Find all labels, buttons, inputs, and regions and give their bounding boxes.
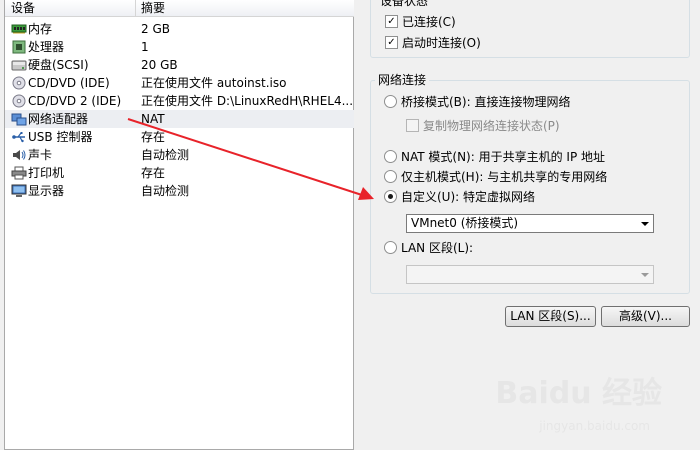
device-row-memory[interactable]: 内存 2 GB <box>5 20 354 38</box>
custom-network-radio[interactable]: 自定义(U): 特定虚拟网络 <box>384 190 535 206</box>
device-name: 显示器 <box>28 184 65 198</box>
device-row-processor[interactable]: 处理器 1 <box>5 38 354 56</box>
processor-icon <box>11 40 27 54</box>
harddisk-icon <box>11 58 27 72</box>
device-name: 内存 <box>28 22 53 36</box>
check-mark-icon: ✓ <box>385 36 398 49</box>
device-name: 硬盘(SCSI) <box>28 58 89 72</box>
device-summary: 存在 <box>141 166 166 180</box>
lan-segment-radio[interactable]: LAN 区段(L): <box>384 241 473 257</box>
advanced-button[interactable]: 高级(V)... <box>601 306 690 327</box>
device-summary: 20 GB <box>141 58 178 72</box>
group-title: 网络连接 <box>375 73 430 87</box>
bridged-mode-radio[interactable]: 桥接模式(B): 直接连接物理网络 <box>384 95 570 111</box>
device-name: CD/DVD 2 (IDE) <box>28 94 122 108</box>
radio-label: 仅主机模式(H): 与主机共享的专用网络 <box>401 170 608 184</box>
device-summary: 2 GB <box>141 22 170 36</box>
device-name: 声卡 <box>28 148 53 162</box>
checkbox-label: 启动时连接(O) <box>402 36 481 50</box>
radio-icon <box>384 241 397 254</box>
device-summary: 正在使用文件 D:\LinuxRedH\RHEL4.... <box>141 94 353 108</box>
device-status-group: 设备状态 ✓ 已连接(C) ✓ 启动时连接(O) <box>370 0 690 58</box>
dropdown-arrow-icon <box>641 222 649 226</box>
display-icon <box>11 184 27 198</box>
custom-network-select[interactable]: VMnet0 (桥接模式) <box>406 214 654 233</box>
lan-segment-select[interactable] <box>406 265 654 284</box>
baidu-watermark: Baidu 经验 <box>495 376 662 411</box>
device-row-harddisk[interactable]: 硬盘(SCSI) 20 GB <box>5 56 354 74</box>
device-row-printer[interactable]: 打印机 存在 <box>5 164 354 182</box>
baidu-watermark-url: jingyan.baidu.com <box>539 419 650 433</box>
radio-label: NAT 模式(N): 用于共享主机的 IP 地址 <box>401 150 606 164</box>
list-header: 设备 摘要 <box>5 0 354 17</box>
connected-checkbox[interactable]: ✓ 已连接(C) <box>385 15 456 31</box>
device-summary: 自动检测 <box>141 148 190 162</box>
device-summary: 正在使用文件 autoinst.iso <box>141 76 287 90</box>
device-summary: 1 <box>141 40 149 54</box>
device-row-sound-card[interactable]: 声卡 自动检测 <box>5 146 354 164</box>
device-summary: NAT <box>141 112 165 126</box>
radio-label: 自定义(U): 特定虚拟网络 <box>401 190 536 204</box>
nat-mode-radio[interactable]: NAT 模式(N): 用于共享主机的 IP 地址 <box>384 150 605 166</box>
radio-icon <box>384 150 397 163</box>
printer-icon <box>11 166 27 180</box>
connect-at-power-on-checkbox[interactable]: ✓ 启动时连接(O) <box>385 36 481 52</box>
replicate-state-checkbox[interactable]: 复制物理网络连接状态(P) <box>406 119 560 135</box>
select-value: VMnet0 (桥接模式) <box>411 216 519 230</box>
device-row-display[interactable]: 显示器 自动检测 <box>5 182 354 200</box>
checkbox-icon <box>406 119 419 132</box>
device-row-cd-dvd[interactable]: CD/DVD (IDE) 正在使用文件 autoinst.iso <box>5 74 354 92</box>
host-only-mode-radio[interactable]: 仅主机模式(H): 与主机共享的专用网络 <box>384 170 607 186</box>
device-summary: 自动检测 <box>141 184 190 198</box>
group-title: 设备状态 <box>377 0 432 8</box>
column-separator[interactable] <box>135 0 136 16</box>
radio-icon <box>384 95 397 108</box>
memory-icon <box>11 22 27 36</box>
checkbox-label: 已连接(C) <box>402 15 456 29</box>
device-list: 设备 摘要 内存 2 GB 处理器 1 硬盘(SCSI) 20 GB CD/DV… <box>4 0 354 450</box>
cd-dvd-icon <box>11 94 27 108</box>
check-mark-icon: ✓ <box>385 15 398 28</box>
device-summary: 存在 <box>141 130 166 144</box>
network-connection-group: 网络连接 桥接模式(B): 直接连接物理网络 复制物理网络连接状态(P) NAT… <box>370 73 690 294</box>
sound-card-icon <box>11 148 27 162</box>
device-name: CD/DVD (IDE) <box>28 76 110 90</box>
checkbox-label: 复制物理网络连接状态(P) <box>423 119 560 133</box>
device-row-network-adapter[interactable]: 网络适配器 NAT <box>5 110 354 128</box>
column-header-device[interactable]: 设备 <box>11 1 35 15</box>
radio-selected-icon <box>384 190 397 203</box>
device-name: 处理器 <box>28 40 65 54</box>
device-name: USB 控制器 <box>28 130 93 144</box>
device-name: 打印机 <box>28 166 65 180</box>
column-header-summary[interactable]: 摘要 <box>141 1 165 15</box>
device-row-usb-controller[interactable]: USB 控制器 存在 <box>5 128 354 146</box>
device-row-cd-dvd-2[interactable]: CD/DVD 2 (IDE) 正在使用文件 D:\LinuxRedH\RHEL4… <box>5 92 354 110</box>
radio-label: 桥接模式(B): 直接连接物理网络 <box>401 95 571 109</box>
cd-dvd-icon <box>11 76 27 90</box>
lan-segments-button[interactable]: LAN 区段(S)... <box>505 306 596 327</box>
device-name: 网络适配器 <box>28 112 89 126</box>
network-adapter-icon <box>11 112 27 126</box>
radio-label: LAN 区段(L): <box>401 241 474 255</box>
radio-icon <box>384 170 397 183</box>
dropdown-arrow-icon <box>641 273 649 277</box>
usb-icon <box>11 130 27 144</box>
